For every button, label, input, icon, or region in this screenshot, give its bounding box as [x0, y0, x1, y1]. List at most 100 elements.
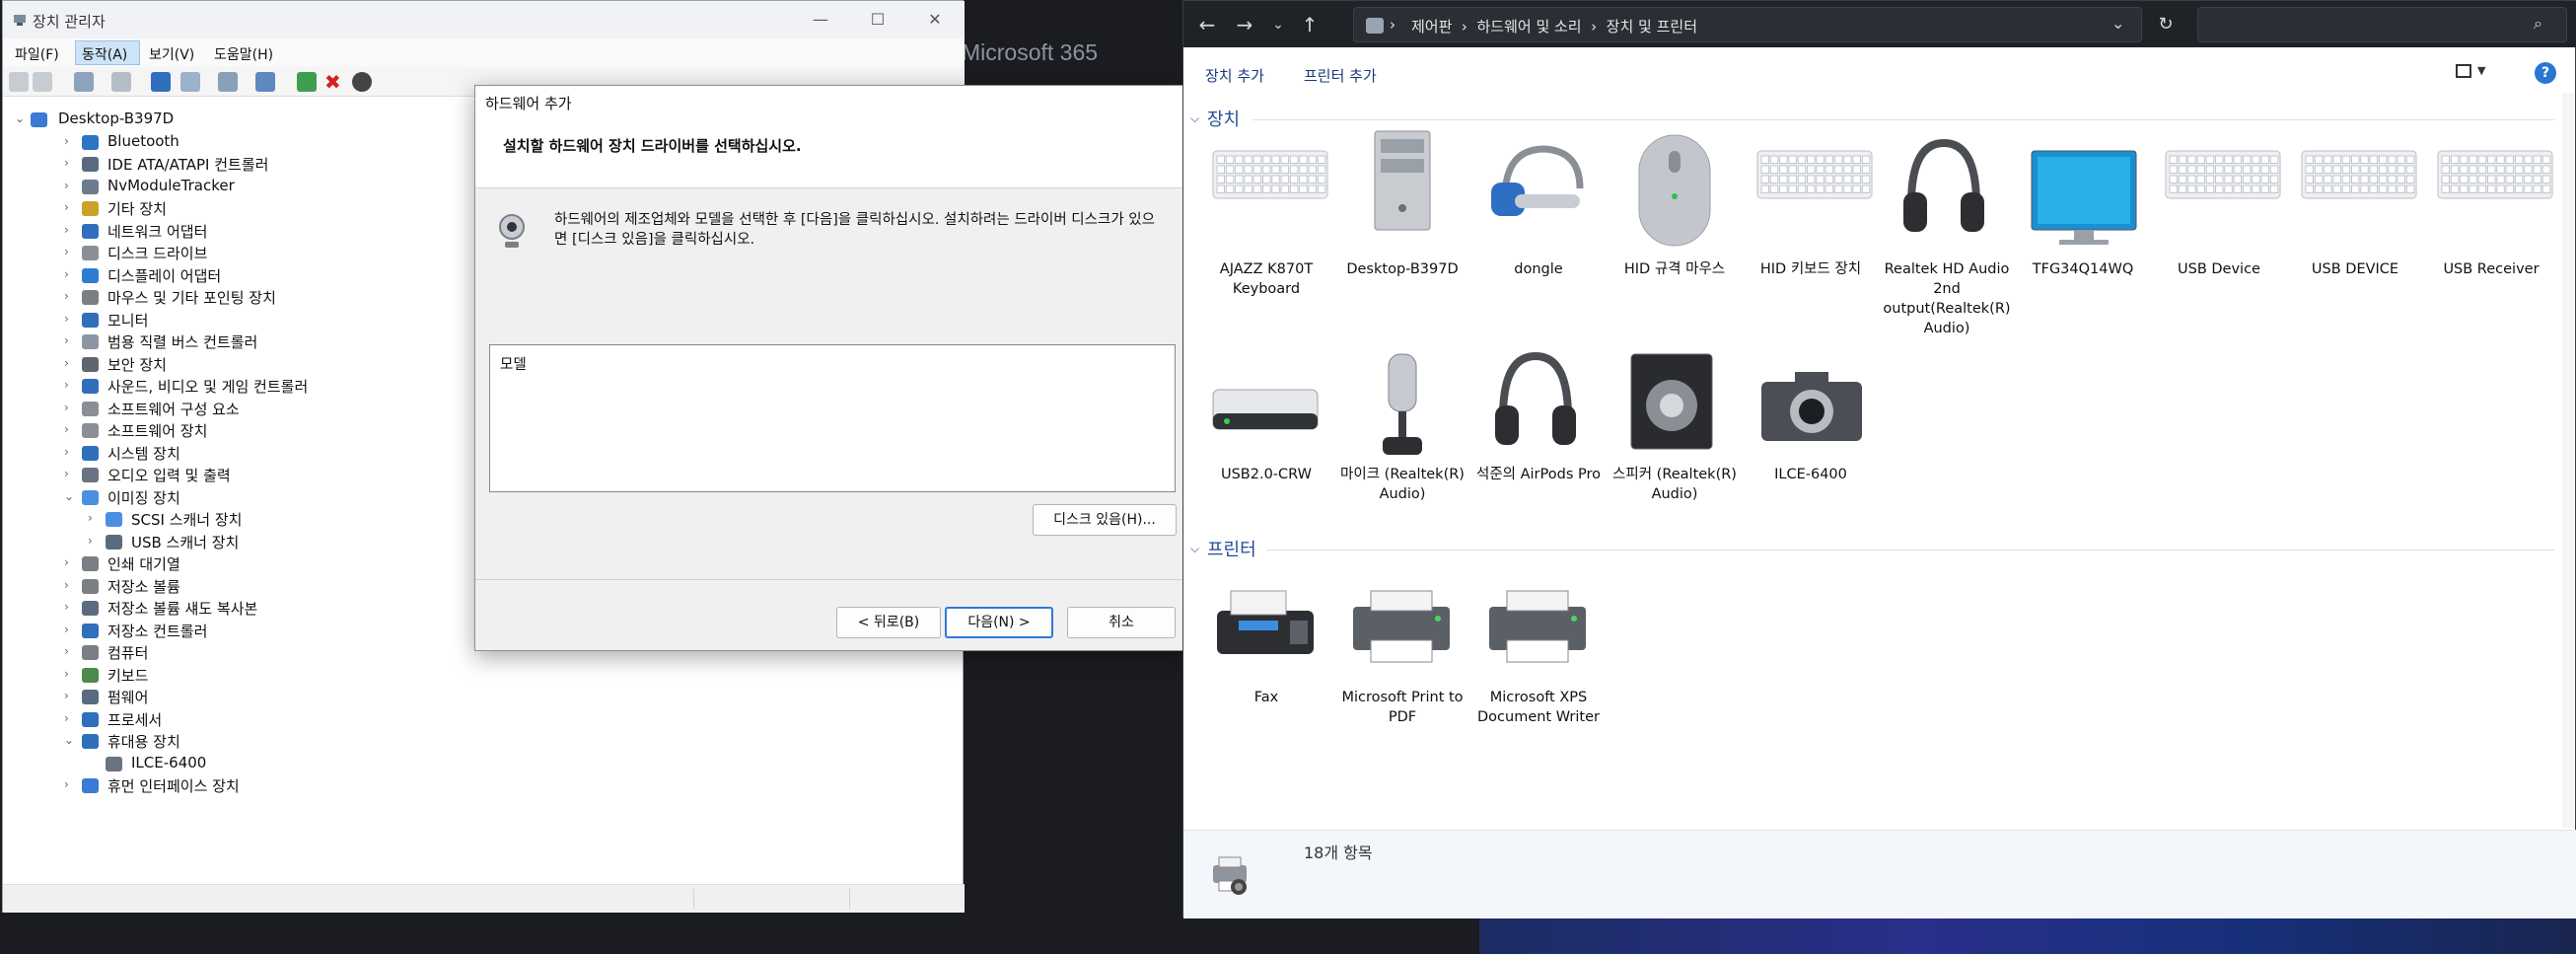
back-arrow-icon[interactable]	[9, 72, 29, 92]
maximize-button[interactable]: ☐	[849, 1, 906, 38]
tree-item[interactable]: 디스플레이 어댑터	[107, 265, 221, 286]
tree-item[interactable]: NvModuleTracker	[107, 177, 235, 194]
expand-arrow-icon[interactable]: ›	[64, 689, 69, 702]
scan-hardware-icon[interactable]	[255, 72, 275, 92]
expand-arrow-icon[interactable]: ›	[64, 711, 69, 725]
expand-arrow-icon[interactable]: ›	[64, 356, 69, 370]
expand-arrow-icon[interactable]: ›	[64, 578, 69, 592]
tree-item[interactable]: ILCE-6400	[131, 754, 206, 771]
keyboard-icon[interactable]	[1755, 147, 1874, 206]
menu-help[interactable]: 도움말(H)	[214, 44, 273, 64]
tree-item[interactable]: 인쇄 대기열	[107, 553, 180, 574]
expand-arrow-icon[interactable]: ›	[64, 267, 69, 281]
headphones-icon[interactable]	[1899, 135, 1988, 242]
device-label[interactable]: USB2.0-CRW	[1201, 465, 1331, 484]
device-label[interactable]: HID 키보드 장치	[1746, 259, 1876, 279]
next-button[interactable]: 다음(N) >	[945, 607, 1053, 638]
tree-item[interactable]: 모니터	[107, 310, 148, 330]
keyboard-icon[interactable]	[2436, 147, 2554, 206]
mouse-icon[interactable]	[1635, 133, 1714, 252]
scrollbar[interactable]	[2562, 93, 2574, 828]
device-label[interactable]: ILCE-6400	[1746, 465, 1876, 484]
expand-arrow-icon[interactable]: ›	[64, 333, 69, 347]
expand-arrow-icon[interactable]: ›	[64, 555, 69, 569]
print-icon[interactable]	[218, 72, 238, 92]
expand-arrow-icon[interactable]: ›	[64, 223, 69, 237]
menu-view[interactable]: 보기(V)	[149, 44, 194, 64]
expand-arrow-icon[interactable]: ›	[64, 667, 69, 681]
menu-action[interactable]: 동작(A)	[82, 44, 127, 64]
printer-icon[interactable]	[1483, 587, 1592, 670]
expand-arrow-icon[interactable]: ›	[64, 200, 69, 214]
tree-item[interactable]: Bluetooth	[107, 132, 179, 150]
section-printers[interactable]: 프린터	[1207, 536, 1256, 561]
device-label[interactable]: 스피커 (Realtek(R) Audio)	[1610, 465, 1740, 504]
expand-arrow-icon[interactable]: ›	[64, 289, 69, 303]
device-label[interactable]: USB Device	[2154, 259, 2284, 279]
expand-arrow-icon[interactable]: ›	[64, 623, 69, 636]
tree-item[interactable]: 소프트웨어 구성 요소	[107, 399, 240, 419]
keyboard-icon[interactable]	[2164, 147, 2282, 206]
expand-arrow-icon[interactable]: ›	[64, 312, 69, 326]
expand-arrow-icon[interactable]: ›	[64, 245, 69, 258]
expand-arrow-icon[interactable]: ›	[64, 644, 69, 658]
device-label[interactable]: 석준의 AirPods Pro	[1473, 465, 1604, 484]
expand-arrow-icon[interactable]: ›	[64, 777, 69, 791]
tree-item[interactable]: IDE ATA/ATAPI 컨트롤러	[107, 154, 268, 175]
expand-arrow-icon[interactable]: ›	[64, 445, 69, 459]
keyboard-icon[interactable]	[1211, 147, 1329, 206]
tree-item[interactable]: 범용 직렬 버스 컨트롤러	[107, 331, 257, 352]
tree-item[interactable]: 오디오 입력 및 출력	[107, 465, 231, 485]
view-icon[interactable]	[180, 72, 200, 92]
tree-item[interactable]: 저장소 볼륨 섀도 복사본	[107, 598, 257, 619]
properties-icon[interactable]	[74, 72, 94, 92]
minimize-button[interactable]: —	[792, 1, 849, 38]
collapse-arrow-icon[interactable]: ⌄	[64, 733, 74, 747]
monitor-icon[interactable]	[2030, 149, 2138, 252]
update-icon[interactable]	[111, 72, 131, 92]
tree-item[interactable]: 휴먼 인터페이스 장치	[107, 775, 240, 796]
expand-arrow-icon[interactable]: ›	[64, 156, 69, 170]
tree-item[interactable]: USB 스캐너 장치	[131, 532, 239, 552]
expand-arrow-icon[interactable]: ›	[64, 422, 69, 436]
tree-item[interactable]: 네트워크 어댑터	[107, 221, 207, 242]
keyboard-icon[interactable]	[2300, 147, 2418, 206]
tree-item[interactable]: 시스템 장치	[107, 443, 180, 464]
tree-item[interactable]: 저장소 볼륨	[107, 576, 180, 597]
computer-icon[interactable]	[1357, 129, 1446, 236]
tree-item[interactable]: 소프트웨어 장치	[107, 420, 207, 441]
card-reader-icon[interactable]	[1211, 376, 1320, 439]
device-label[interactable]: 마이크 (Realtek(R) Audio)	[1337, 465, 1467, 504]
tree-item[interactable]: 펌웨어	[107, 687, 148, 707]
tree-item[interactable]: 마우스 및 기타 포인팅 장치	[107, 287, 276, 308]
device-label[interactable]: Realtek HD Audio 2nd output(Realtek(R) A…	[1882, 259, 2012, 338]
collapse-arrow-icon[interactable]: ⌄	[15, 111, 25, 125]
close-button[interactable]: ✕	[906, 1, 964, 38]
expand-arrow-icon[interactable]: ›	[88, 511, 93, 525]
expand-arrow-icon[interactable]: ›	[64, 134, 69, 148]
printer-label[interactable]: Microsoft Print to PDF	[1337, 688, 1467, 727]
menu-file[interactable]: 파일(F)	[15, 44, 59, 64]
expand-arrow-icon[interactable]: ›	[64, 401, 69, 414]
expand-arrow-icon[interactable]: ›	[64, 600, 69, 614]
speaker-icon[interactable]	[1627, 350, 1716, 457]
tree-item[interactable]: 저장소 컨트롤러	[107, 621, 207, 641]
fax-icon[interactable]	[1211, 587, 1320, 666]
tree-item[interactable]: 이미징 장치	[107, 487, 180, 508]
cancel-button[interactable]: 취소	[1067, 607, 1176, 638]
device-label[interactable]: dongle	[1473, 259, 1604, 279]
tree-item[interactable]: Desktop-B397D	[58, 110, 174, 127]
headset-icon[interactable]	[1485, 139, 1588, 238]
enable-device-icon[interactable]	[297, 72, 317, 92]
device-label[interactable]: AJAZZ K870T Keyboard	[1201, 259, 1331, 299]
tree-item[interactable]: 휴대용 장치	[107, 731, 180, 752]
download-driver-icon[interactable]	[352, 72, 372, 92]
tree-item[interactable]: 컴퓨터	[107, 642, 148, 663]
device-label[interactable]: TFG34Q14WQ	[2018, 259, 2148, 279]
printer-label[interactable]: Microsoft XPS Document Writer	[1473, 688, 1604, 727]
model-list[interactable]: 모델	[489, 344, 1176, 492]
tree-item[interactable]: 보안 장치	[107, 354, 167, 375]
device-label[interactable]: HID 규격 마우스	[1610, 259, 1740, 279]
expand-arrow-icon[interactable]: ›	[88, 534, 93, 548]
headphones-icon[interactable]	[1491, 348, 1580, 455]
